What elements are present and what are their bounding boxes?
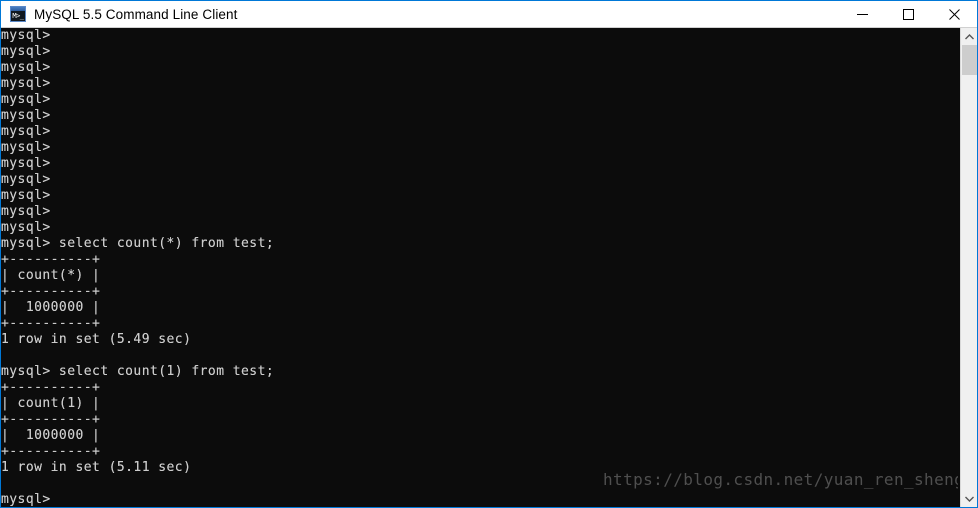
console-line: mysql> bbox=[1, 92, 51, 107]
console-line: mysql> bbox=[1, 140, 51, 155]
console-line: +----------+ bbox=[1, 252, 101, 267]
console-line: | count(1) | bbox=[1, 396, 101, 411]
mysql-command-line-window: M>_ MySQL 5.5 Command Line Client mysql>… bbox=[0, 0, 978, 508]
console-line: mysql> bbox=[1, 492, 51, 507]
chevron-up-icon bbox=[964, 33, 974, 39]
console-line: mysql> bbox=[1, 204, 51, 219]
chevron-down-icon bbox=[964, 496, 974, 502]
console-line: mysql> bbox=[1, 28, 51, 43]
icon-prompt-glyph: M>_ bbox=[12, 12, 24, 20]
console-line: 1 row in set (5.11 sec) bbox=[1, 460, 192, 475]
console-line: | count(*) | bbox=[1, 268, 101, 283]
close-icon bbox=[948, 8, 960, 20]
console-line: +----------+ bbox=[1, 284, 101, 299]
console-line: mysql> bbox=[1, 108, 51, 123]
console-line: mysql> select count(1) from test; bbox=[1, 364, 275, 379]
console-line: mysql> bbox=[1, 76, 51, 91]
minimize-icon bbox=[856, 13, 868, 15]
close-button[interactable] bbox=[931, 1, 977, 28]
scrollbar-thumb[interactable] bbox=[962, 45, 977, 75]
title-bar[interactable]: M>_ MySQL 5.5 Command Line Client bbox=[1, 1, 977, 28]
console-line: 1 row in set (5.49 sec) bbox=[1, 332, 192, 347]
console-line: mysql> select count(*) from test; bbox=[1, 236, 275, 251]
console-line: mysql> bbox=[1, 220, 51, 235]
vertical-scrollbar[interactable] bbox=[960, 28, 977, 507]
window-controls bbox=[839, 1, 977, 28]
maximize-button[interactable] bbox=[885, 1, 931, 28]
console-line: mysql> bbox=[1, 124, 51, 139]
console-line: mysql> bbox=[1, 172, 51, 187]
console-line: mysql> bbox=[1, 156, 51, 171]
window-title: MySQL 5.5 Command Line Client bbox=[34, 6, 238, 22]
console-line: +----------+ bbox=[1, 444, 101, 459]
mysql-console-icon: M>_ bbox=[10, 6, 26, 22]
minimize-button[interactable] bbox=[839, 1, 885, 28]
console-line: mysql> bbox=[1, 44, 51, 59]
maximize-icon bbox=[902, 8, 914, 20]
console-line: +----------+ bbox=[1, 380, 101, 395]
scroll-up-button[interactable] bbox=[961, 28, 977, 45]
scroll-down-button[interactable] bbox=[961, 490, 977, 507]
console-line: mysql> bbox=[1, 188, 51, 203]
console-line: | 1000000 | bbox=[1, 300, 101, 315]
console-line: +----------+ bbox=[1, 316, 101, 331]
console-text: mysql> mysql> mysql> mysql> mysql> mysql> mysq… bbox=[1, 28, 960, 507]
console-line: | 1000000 | bbox=[1, 428, 101, 443]
console-output-area[interactable]: mysql> mysql> mysql> mysql> mysql> mysql> mysq… bbox=[1, 28, 960, 507]
console-line: +----------+ bbox=[1, 412, 101, 427]
console-line: mysql> bbox=[1, 60, 51, 75]
